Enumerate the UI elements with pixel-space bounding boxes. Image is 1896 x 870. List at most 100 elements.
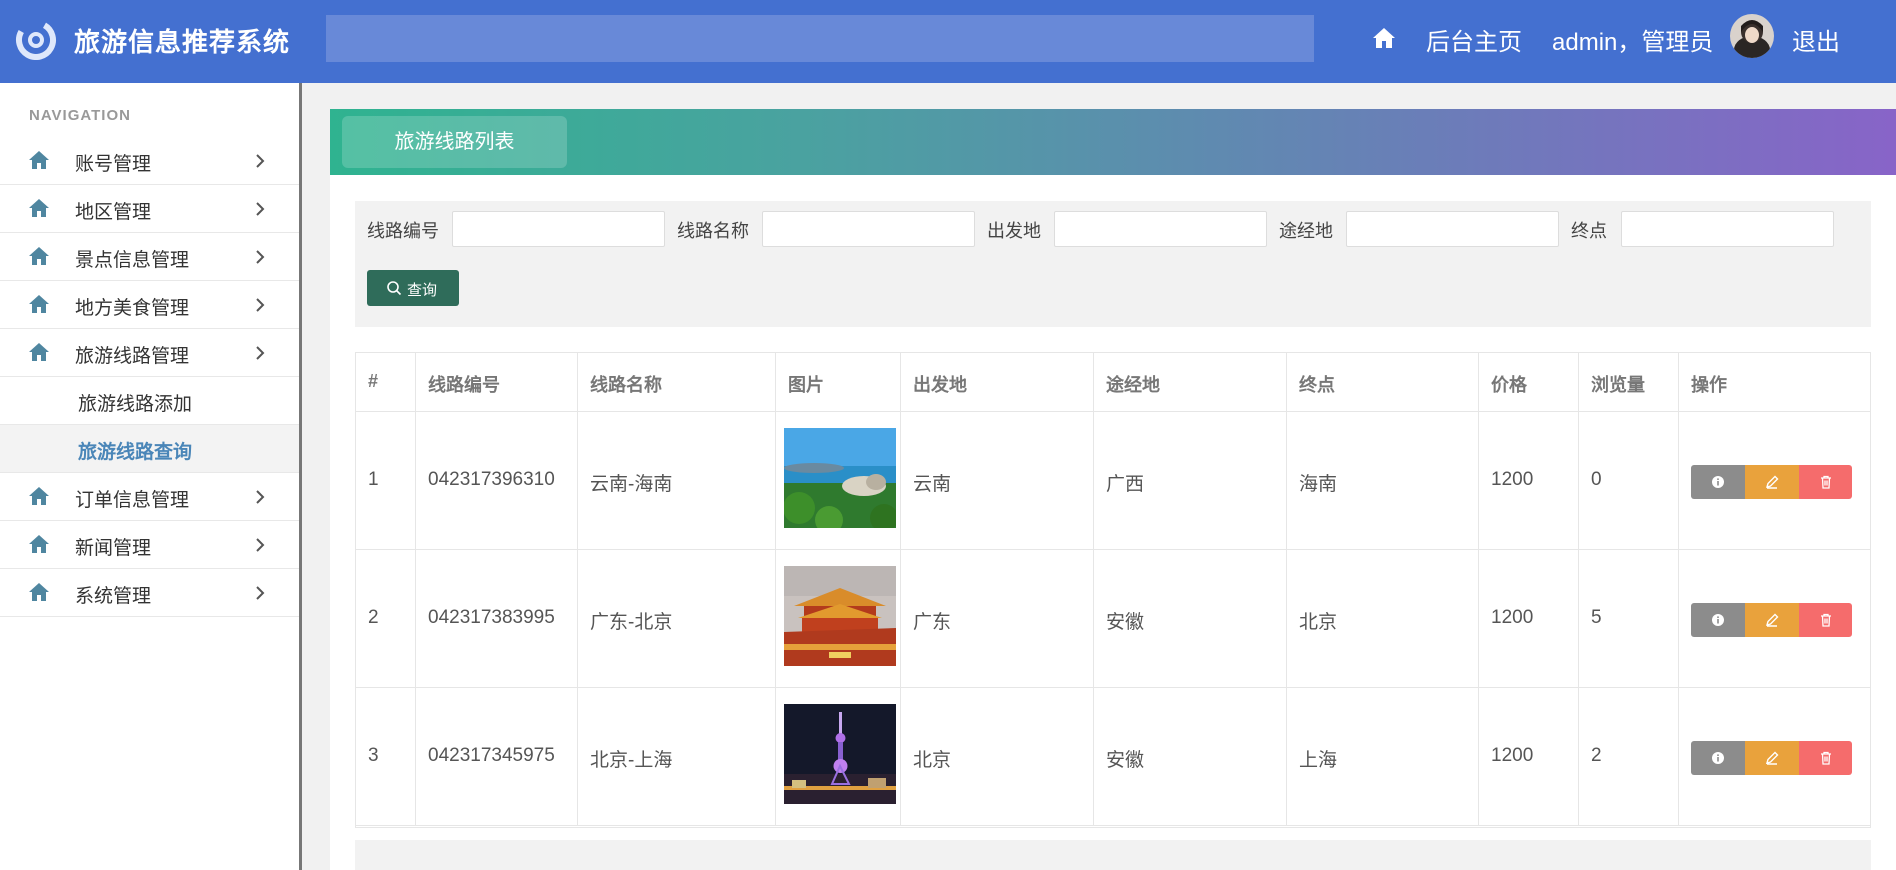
info-icon [1712,476,1724,488]
home-icon [29,199,49,217]
filter-label-to: 终点 [1571,221,1607,241]
sidebar-item-attractions[interactable]: 景点信息管理 [0,233,299,281]
edit-icon [1765,751,1779,765]
sidebar-item-system[interactable]: 系统管理 [0,569,299,617]
delete-button[interactable] [1799,465,1852,499]
cell-price: 1200 [1479,688,1579,825]
trash-icon [1821,613,1831,627]
dashboard-home-link[interactable]: 后台主页 [1426,22,1522,57]
sidebar-item-label: 旅游线路管理 [75,346,190,367]
panel-header: 旅游线路列表 [330,109,1896,175]
sidebar-item-label: 订单信息管理 [75,490,190,511]
column-header: 线路名称 [578,353,776,411]
filter-label-via: 途经地 [1279,221,1333,241]
sidebar-item-news[interactable]: 新闻管理 [0,521,299,569]
via-input[interactable] [1346,211,1559,247]
home-icon[interactable] [1372,27,1396,49]
cell-price: 1200 [1479,412,1579,549]
tab-route-list[interactable]: 旅游线路列表 [342,116,567,168]
row-action-buttons [1691,465,1852,499]
beach-photo[interactable] [784,428,896,528]
view-button[interactable] [1691,465,1745,499]
column-header: 终点 [1287,353,1479,411]
trash-icon [1821,475,1831,489]
logout-link[interactable]: 退出 [1792,22,1840,57]
cell-views: 0 [1579,412,1679,549]
home-icon [29,583,49,601]
cell-index: 3 [356,688,416,825]
destination-input[interactable] [1621,211,1834,247]
search-filter-bar: 线路编号 线路名称 出发地 途经地 终点 查询 [355,201,1871,327]
header-search-bar[interactable] [326,15,1314,62]
pagination-bar [355,840,1871,870]
home-icon [29,535,49,553]
edit-button[interactable] [1745,465,1799,499]
delete-button[interactable] [1799,741,1852,775]
shanghai-tower-photo[interactable] [784,704,896,804]
cell-views: 2 [1579,688,1679,825]
cell-route-name: 云南-海南 [578,412,776,549]
departure-input[interactable] [1054,211,1267,247]
filter-label-from: 出发地 [987,221,1041,241]
cell-views: 5 [1579,550,1679,687]
view-button[interactable] [1691,741,1745,775]
chevron-right-icon [256,154,265,168]
sidebar-subitem-route-query[interactable]: 旅游线路查询 [0,425,299,473]
current-user-label: admin，管理员 [1552,29,1714,56]
cell-index: 2 [356,550,416,687]
trash-icon [1821,751,1831,765]
sidebar-item-regions[interactable]: 地区管理 [0,185,299,233]
navigation-caption: NAVIGATION [29,107,131,124]
cell-route-name: 广东-北京 [578,550,776,687]
chevron-right-icon [256,298,265,312]
column-header: 途经地 [1094,353,1287,411]
sidebar-item-label: 地区管理 [75,202,152,223]
sidebar-subitem-route-add[interactable]: 旅游线路添加 [0,377,299,425]
sidebar-item-routes[interactable]: 旅游线路管理 [0,329,299,377]
edit-button[interactable] [1745,603,1799,637]
column-header: 操作 [1691,375,1727,395]
delete-button[interactable] [1799,603,1852,637]
column-header: 浏览量 [1579,353,1679,411]
avatar[interactable] [1730,14,1774,58]
row-action-buttons [1691,603,1852,637]
route-code-input[interactable] [452,211,665,247]
cell-from: 北京 [901,688,1094,825]
sidebar: NAVIGATION 账号管理 地区管理 景点信息管理 地方美食管理 旅游线路管… [0,83,302,870]
sidebar-item-accounts[interactable]: 账号管理 [0,137,299,185]
top-header: 旅游信息推荐系统 后台主页 admin，管理员 退出 [0,0,1896,83]
edit-icon [1765,475,1779,489]
cell-image [776,688,901,825]
column-header: 价格 [1479,353,1579,411]
forbidden-city-photo[interactable] [784,566,896,666]
cell-to: 海南 [1287,412,1479,549]
edit-button[interactable] [1745,741,1799,775]
column-header: 图片 [776,353,901,411]
cell-from: 广东 [901,550,1094,687]
route-table: # 线路编号 线路名称 图片 出发地 途经地 终点 价格 浏览量 操作 1 04… [355,352,1871,828]
table-header-row: # 线路编号 线路名称 图片 出发地 途经地 终点 价格 浏览量 操作 [356,353,1870,412]
sidebar-item-orders[interactable]: 订单信息管理 [0,473,299,521]
chevron-right-icon [256,490,265,504]
chevron-right-icon [256,586,265,600]
chevron-right-icon [256,346,265,360]
cell-to: 上海 [1287,688,1479,825]
main-panel: 旅游线路列表 线路编号 线路名称 出发地 途经地 终点 查询 # 线路编号 线路… [330,109,1896,870]
query-button[interactable]: 查询 [367,270,459,306]
cell-via: 广西 [1094,412,1287,549]
cell-price: 1200 [1479,550,1579,687]
cell-route-code: 042317345975 [416,688,578,825]
sidebar-item-local-food[interactable]: 地方美食管理 [0,281,299,329]
filter-label-code: 线路编号 [367,221,439,241]
chevron-right-icon [256,538,265,552]
info-icon [1712,614,1724,626]
cell-route-code: 042317383995 [416,550,578,687]
row-action-buttons [1691,741,1852,775]
home-icon [29,487,49,505]
sidebar-item-label: 账号管理 [75,154,152,175]
route-name-input[interactable] [762,211,975,247]
cell-to: 北京 [1287,550,1479,687]
cell-actions [1679,550,1870,687]
info-icon [1712,752,1724,764]
view-button[interactable] [1691,603,1745,637]
